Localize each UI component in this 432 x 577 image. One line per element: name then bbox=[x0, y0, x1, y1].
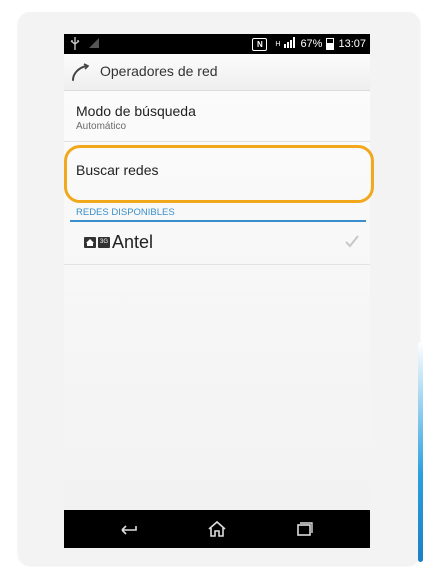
home-icon bbox=[84, 237, 96, 248]
phone-screen: N H 67% 13:07 Operadores de red Modo de … bbox=[64, 34, 370, 548]
search-mode-title: Modo de búsqueda bbox=[76, 103, 196, 119]
phone-handset-icon[interactable] bbox=[70, 62, 92, 82]
signal-muted-icon bbox=[88, 37, 100, 53]
status-bar: N H 67% 13:07 bbox=[64, 34, 370, 54]
clock: 13:07 bbox=[338, 38, 366, 50]
action-bar: Operadores de red bbox=[64, 54, 370, 91]
card-accent-strip bbox=[418, 342, 423, 562]
battery-icon bbox=[326, 38, 335, 50]
usb-icon bbox=[70, 37, 80, 53]
recent-apps-icon[interactable] bbox=[292, 519, 316, 539]
available-networks-header: REDES DISPONIBLES bbox=[70, 206, 366, 222]
search-mode-item[interactable]: Modo de búsqueda Automático bbox=[64, 91, 370, 142]
page-title: Operadores de red bbox=[100, 63, 218, 79]
signal-icon bbox=[284, 37, 296, 51]
available-networks-header-label: REDES DISPONIBLES bbox=[76, 207, 175, 218]
nfc-icon: N bbox=[252, 37, 268, 51]
network-type-label: H bbox=[275, 40, 281, 48]
home-icon[interactable] bbox=[205, 519, 229, 539]
battery-percent: 67% bbox=[300, 38, 323, 50]
network-type-badge: 3G bbox=[98, 237, 110, 248]
highlight-outline bbox=[64, 145, 374, 203]
search-mode-value: Automático bbox=[76, 121, 127, 132]
checkmark-icon bbox=[344, 234, 360, 253]
back-icon[interactable] bbox=[118, 519, 142, 539]
network-item-antel[interactable]: 3G Antel bbox=[64, 222, 370, 265]
navigation-bar bbox=[64, 510, 370, 548]
network-name: Antel bbox=[112, 232, 154, 252]
